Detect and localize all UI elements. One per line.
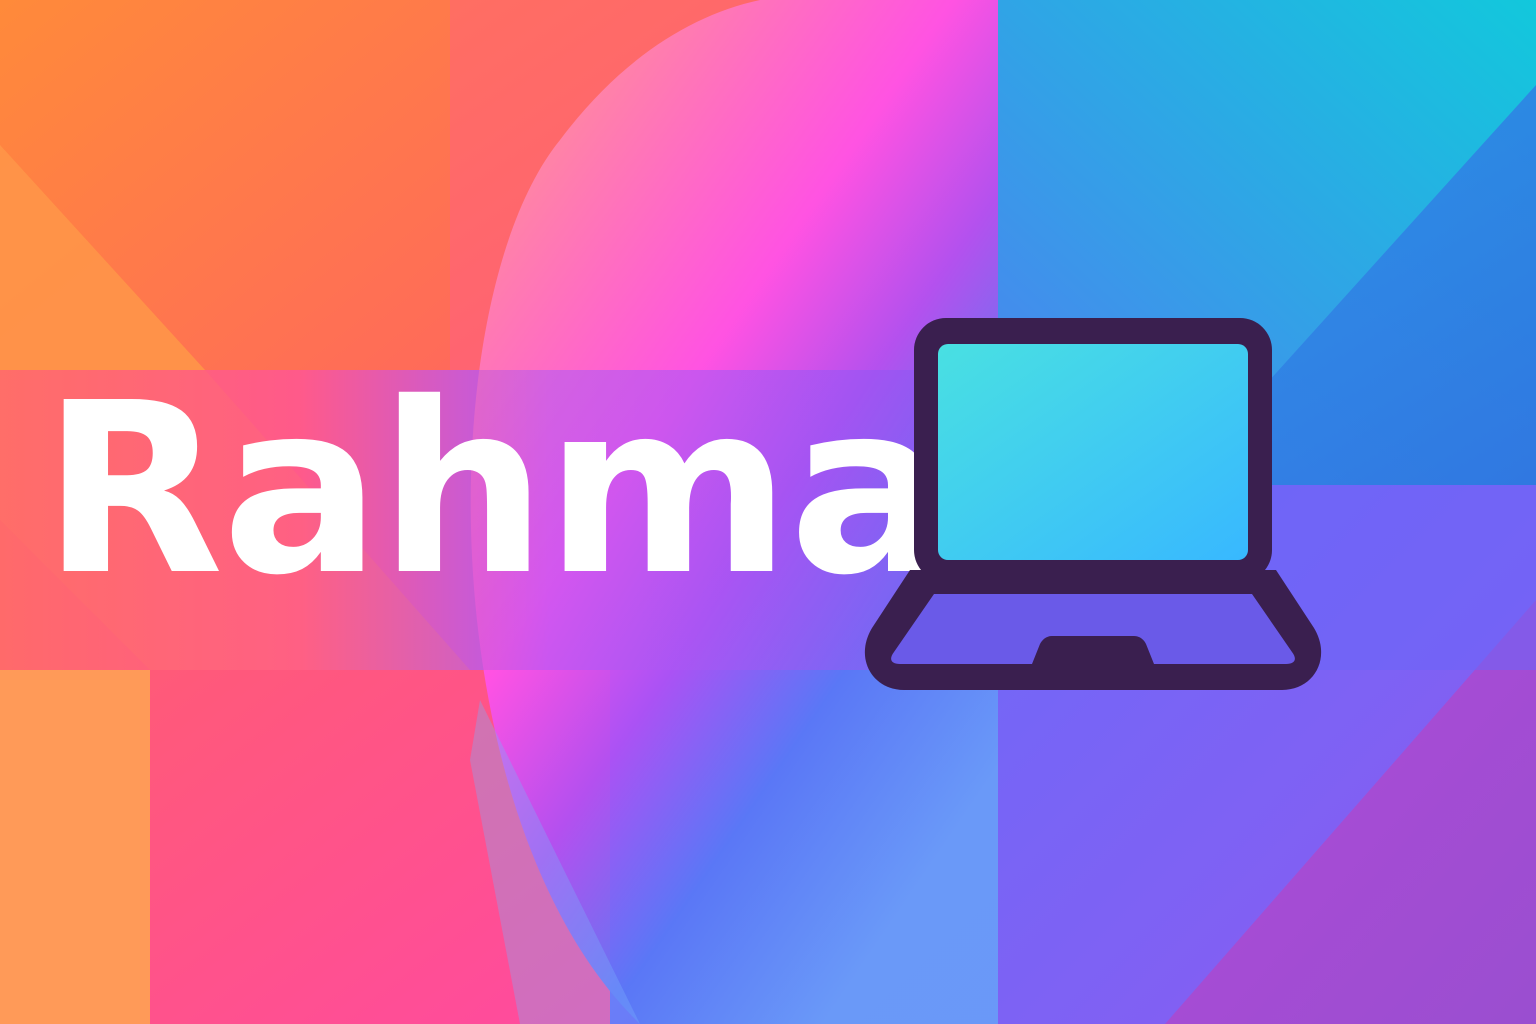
banner-canvas: Rahma: [0, 0, 1536, 1024]
brand-title: Rahma: [42, 352, 948, 627]
laptop-icon: [864, 318, 1322, 690]
